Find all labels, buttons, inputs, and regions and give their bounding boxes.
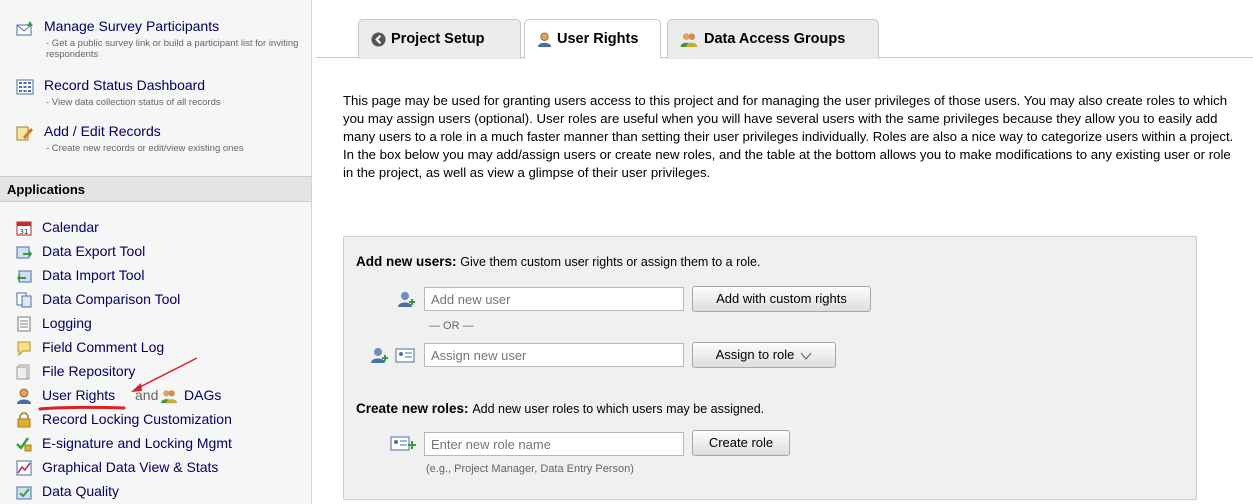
users-group-icon [680, 33, 698, 47]
tab-project-setup[interactable]: Project Setup [358, 19, 521, 59]
data-export-icon [16, 246, 32, 259]
dashboard-grid-icon [16, 79, 34, 95]
new-role-name-input[interactable] [424, 432, 684, 456]
app-item-label[interactable]: E-signature and Locking Mgmt [42, 435, 232, 451]
user-management-box: Add new users: Give them custom user rig… [343, 236, 1197, 500]
app-item-label[interactable]: Field Comment Log [42, 339, 164, 355]
chevron-down-icon [800, 352, 812, 360]
app-item-label[interactable]: Data Export Tool [42, 243, 145, 259]
role-name-hint: (e.g., Project Manager, Data Entry Perso… [426, 463, 634, 475]
tab-user-rights[interactable]: User Rights [524, 19, 661, 59]
add-users-subtitle: Give them custom user rights or assign t… [460, 255, 761, 269]
add-with-custom-rights-button[interactable]: Add with custom rights [692, 286, 871, 312]
add-users-heading: Add new users: Give them custom user rig… [356, 254, 760, 269]
esignature-icon [16, 437, 32, 452]
tab-data-access-groups[interactable]: Data Access Groups [667, 19, 879, 59]
applications-header: Applications [0, 176, 311, 202]
lock-icon [17, 412, 31, 428]
assign-to-role-label: Assign to role [715, 347, 795, 362]
new-role-icon [390, 436, 416, 451]
logging-icon [17, 316, 31, 332]
user-icon [537, 32, 552, 47]
app-item-label[interactable]: Logging [42, 315, 92, 331]
create-roles-subtitle: Add new user roles to which users may be… [472, 402, 765, 416]
data-comparison-icon [16, 292, 32, 308]
user-icon [17, 388, 31, 404]
chart-icon [16, 460, 32, 476]
menu-item-desc: - Create new records or edit/view existi… [46, 143, 244, 154]
tab-label: Data Access Groups [704, 31, 846, 47]
arrow-circle-icon [371, 32, 386, 47]
svg-text:31: 31 [20, 228, 29, 236]
menu-item-label[interactable]: Add / Edit Records [44, 123, 161, 139]
menu-item-desc: - View data collection status of all rec… [46, 97, 221, 108]
applications-header-label: Applications [7, 182, 86, 197]
create-role-button[interactable]: Create role [692, 430, 790, 456]
file-repository-icon [16, 364, 30, 380]
app-item-label[interactable]: Data Comparison Tool [42, 291, 180, 307]
add-users-title: Add new users: [356, 254, 457, 269]
app-item-label[interactable]: Data Import Tool [42, 267, 144, 283]
app-item-label[interactable]: Record Locking Customization [42, 411, 232, 427]
tab-bar: Project Setup User Rights Data Access Gr… [316, 0, 1253, 59]
assign-user-icon [371, 348, 415, 363]
app-item-label[interactable]: Calendar [42, 219, 99, 235]
menu-item-label[interactable]: Manage Survey Participants [44, 18, 219, 34]
app-item-label[interactable]: File Repository [42, 363, 135, 379]
menu-item-label[interactable]: Record Status Dashboard [44, 77, 205, 93]
create-roles-heading: Create new roles: Add new user roles to … [356, 401, 764, 416]
page-description: This page may be used for granting users… [343, 93, 1234, 180]
tab-label: Project Setup [391, 31, 485, 47]
calendar-icon: 31 [16, 221, 32, 236]
data-import-icon [17, 270, 32, 283]
add-user-input[interactable] [424, 287, 684, 311]
app-item-and-text: and [135, 387, 159, 403]
assign-to-role-button[interactable]: Assign to role [692, 342, 836, 368]
or-separator: — OR — [429, 320, 474, 332]
create-roles-title: Create new roles: [356, 401, 469, 416]
app-item-label[interactable]: Data Quality [42, 483, 119, 499]
left-menu: Manage Survey Participants - Get a publi… [0, 0, 312, 504]
app-item-label[interactable]: Graphical Data View & Stats [42, 459, 218, 475]
app-item-dags-link[interactable]: DAGs [184, 387, 221, 403]
data-quality-icon [16, 486, 32, 500]
users-group-icon [161, 390, 177, 404]
tab-label: User Rights [557, 31, 639, 47]
add-user-icon [398, 292, 415, 307]
menu-item-desc: - Get a public survey link or build a pa… [46, 38, 299, 60]
survey-participants-icon [16, 21, 33, 36]
comment-icon [17, 341, 31, 356]
assign-user-input[interactable] [424, 343, 684, 367]
app-item-label[interactable]: User Rights [42, 387, 115, 403]
edit-records-icon [16, 126, 33, 141]
